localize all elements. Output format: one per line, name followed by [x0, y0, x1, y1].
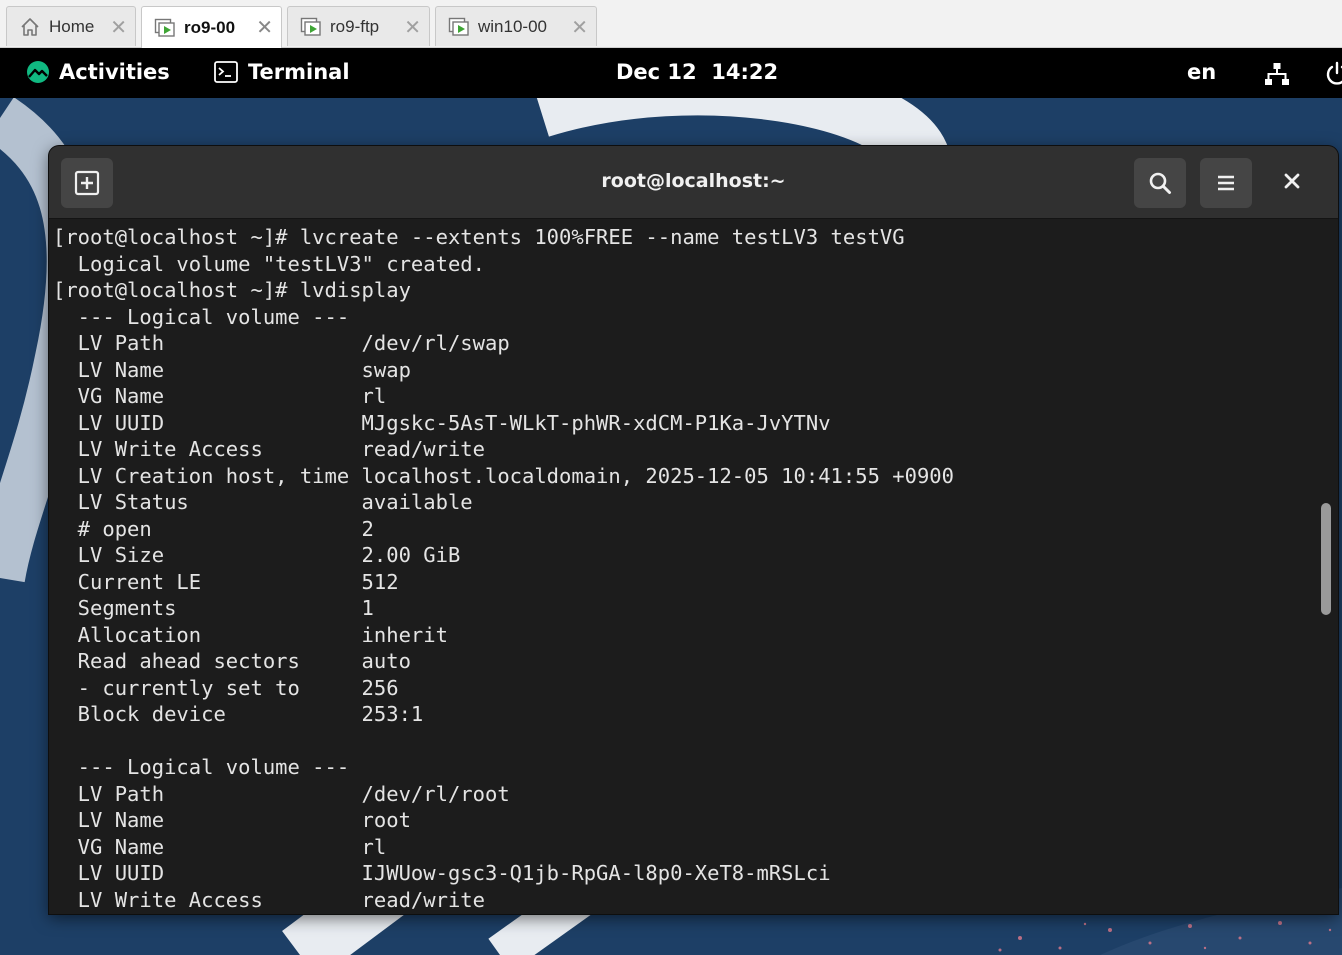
terminal-line: LV UUID IJWUow-gsc3-Q1jb-RpGA-l8p0-XeT8-…: [53, 861, 831, 885]
vm-tab-win10-00[interactable]: win10-00 ✕: [435, 6, 597, 46]
terminal-line: LV Size 2.00 GiB: [53, 543, 461, 567]
scrollbar-thumb[interactable]: [1321, 503, 1331, 615]
terminal-line: --- Logical volume ---: [53, 304, 350, 329]
terminal-line: LV Write Access read/write: [53, 887, 485, 912]
vm-tab-label: Home: [49, 16, 95, 36]
search-button[interactable]: [1134, 158, 1186, 208]
vm-running-icon: [300, 16, 322, 38]
terminal-line: Block device 253:1: [53, 702, 424, 726]
vm-tab-home[interactable]: Home ✕: [6, 6, 136, 46]
activities-label: Activities: [59, 60, 170, 84]
app-menu-label: Terminal: [248, 60, 350, 84]
gnome-top-bar: Activities Terminal Dec 12 14:22 en: [0, 48, 1342, 98]
terminal-line: # open 2: [53, 516, 374, 541]
terminal-line: VG Name rl: [53, 834, 387, 859]
vm-tab-ro9-00[interactable]: ro9-00 ✕: [141, 6, 282, 48]
home-icon: [19, 16, 41, 38]
menu-button[interactable]: [1200, 158, 1252, 208]
terminal-scrollbar[interactable]: [1312, 219, 1338, 914]
terminal-line: LV Status available: [53, 490, 473, 514]
close-icon[interactable]: ✕: [110, 15, 127, 40]
vm-tab-label: win10-00: [478, 16, 547, 36]
terminal-line: - currently set to 256: [53, 675, 399, 700]
terminal-line: Segments 1: [53, 596, 374, 620]
search-icon: [1149, 172, 1171, 194]
terminal-headerbar: root@localhost:~: [49, 146, 1338, 219]
terminal-line: LV Name swap: [53, 357, 411, 382]
terminal-line: [root@localhost ~]# lvcreate --extents 1…: [53, 225, 905, 249]
rocky-logo-icon: [27, 61, 49, 83]
terminal-line: VG Name rl: [53, 384, 387, 408]
terminal-line: LV Creation host, time localhost.localdo…: [53, 463, 954, 488]
clock-button[interactable]: Dec 12 14:22: [616, 60, 778, 84]
terminal-text: [root@localhost ~]# lvcreate --extents 1…: [49, 219, 1312, 913]
vm-running-icon: [448, 16, 470, 38]
terminal-line: [root@localhost ~]# lvdisplay: [53, 278, 411, 302]
activities-button[interactable]: Activities: [26, 60, 170, 84]
terminal-line: LV Path /dev/rl/root: [53, 781, 510, 806]
terminal-icon: [214, 61, 238, 83]
vm-tab-bar: Home ✕ ro9-00 ✕ ro9-ftp ✕ win10-00 ✕: [0, 0, 1342, 48]
terminal-line: LV UUID MJgskc-5AsT-WLkT-phWR-xdCM-P1Ka-…: [53, 410, 831, 435]
power-icon[interactable]: [1324, 61, 1342, 87]
close-window-button[interactable]: [1279, 168, 1305, 194]
terminal-line: Logical volume "testLV3" created.: [53, 251, 485, 276]
close-icon[interactable]: ✕: [256, 15, 273, 40]
terminal-line: --- Logical volume ---: [53, 755, 350, 779]
app-menu-button[interactable]: Terminal: [214, 60, 350, 84]
terminal-line: Read ahead sectors auto: [53, 649, 411, 673]
vm-running-icon: [154, 17, 176, 39]
terminal-line: LV Write Access read/write: [53, 437, 485, 461]
close-icon: [1284, 173, 1300, 189]
hamburger-menu-icon: [1218, 175, 1234, 191]
terminal-line: LV Path /dev/rl/swap: [53, 331, 510, 355]
terminal-line: LV Name root: [53, 808, 411, 832]
vm-tab-label: ro9-ftp: [330, 16, 380, 36]
vm-tab-ro9-ftp[interactable]: ro9-ftp ✕: [287, 6, 430, 46]
vm-tab-label: ro9-00: [184, 17, 236, 37]
network-wired-icon[interactable]: [1264, 62, 1290, 86]
terminal-line: Allocation inherit: [53, 622, 448, 647]
terminal-window: root@localhost:~ [root@localhost ~]# lvc…: [49, 146, 1338, 914]
input-language-indicator[interactable]: en: [1187, 60, 1216, 84]
close-icon[interactable]: ✕: [571, 15, 588, 40]
close-icon[interactable]: ✕: [404, 15, 421, 40]
terminal-output[interactable]: [root@localhost ~]# lvcreate --extents 1…: [49, 219, 1312, 914]
terminal-line: Current LE 512: [53, 569, 399, 594]
